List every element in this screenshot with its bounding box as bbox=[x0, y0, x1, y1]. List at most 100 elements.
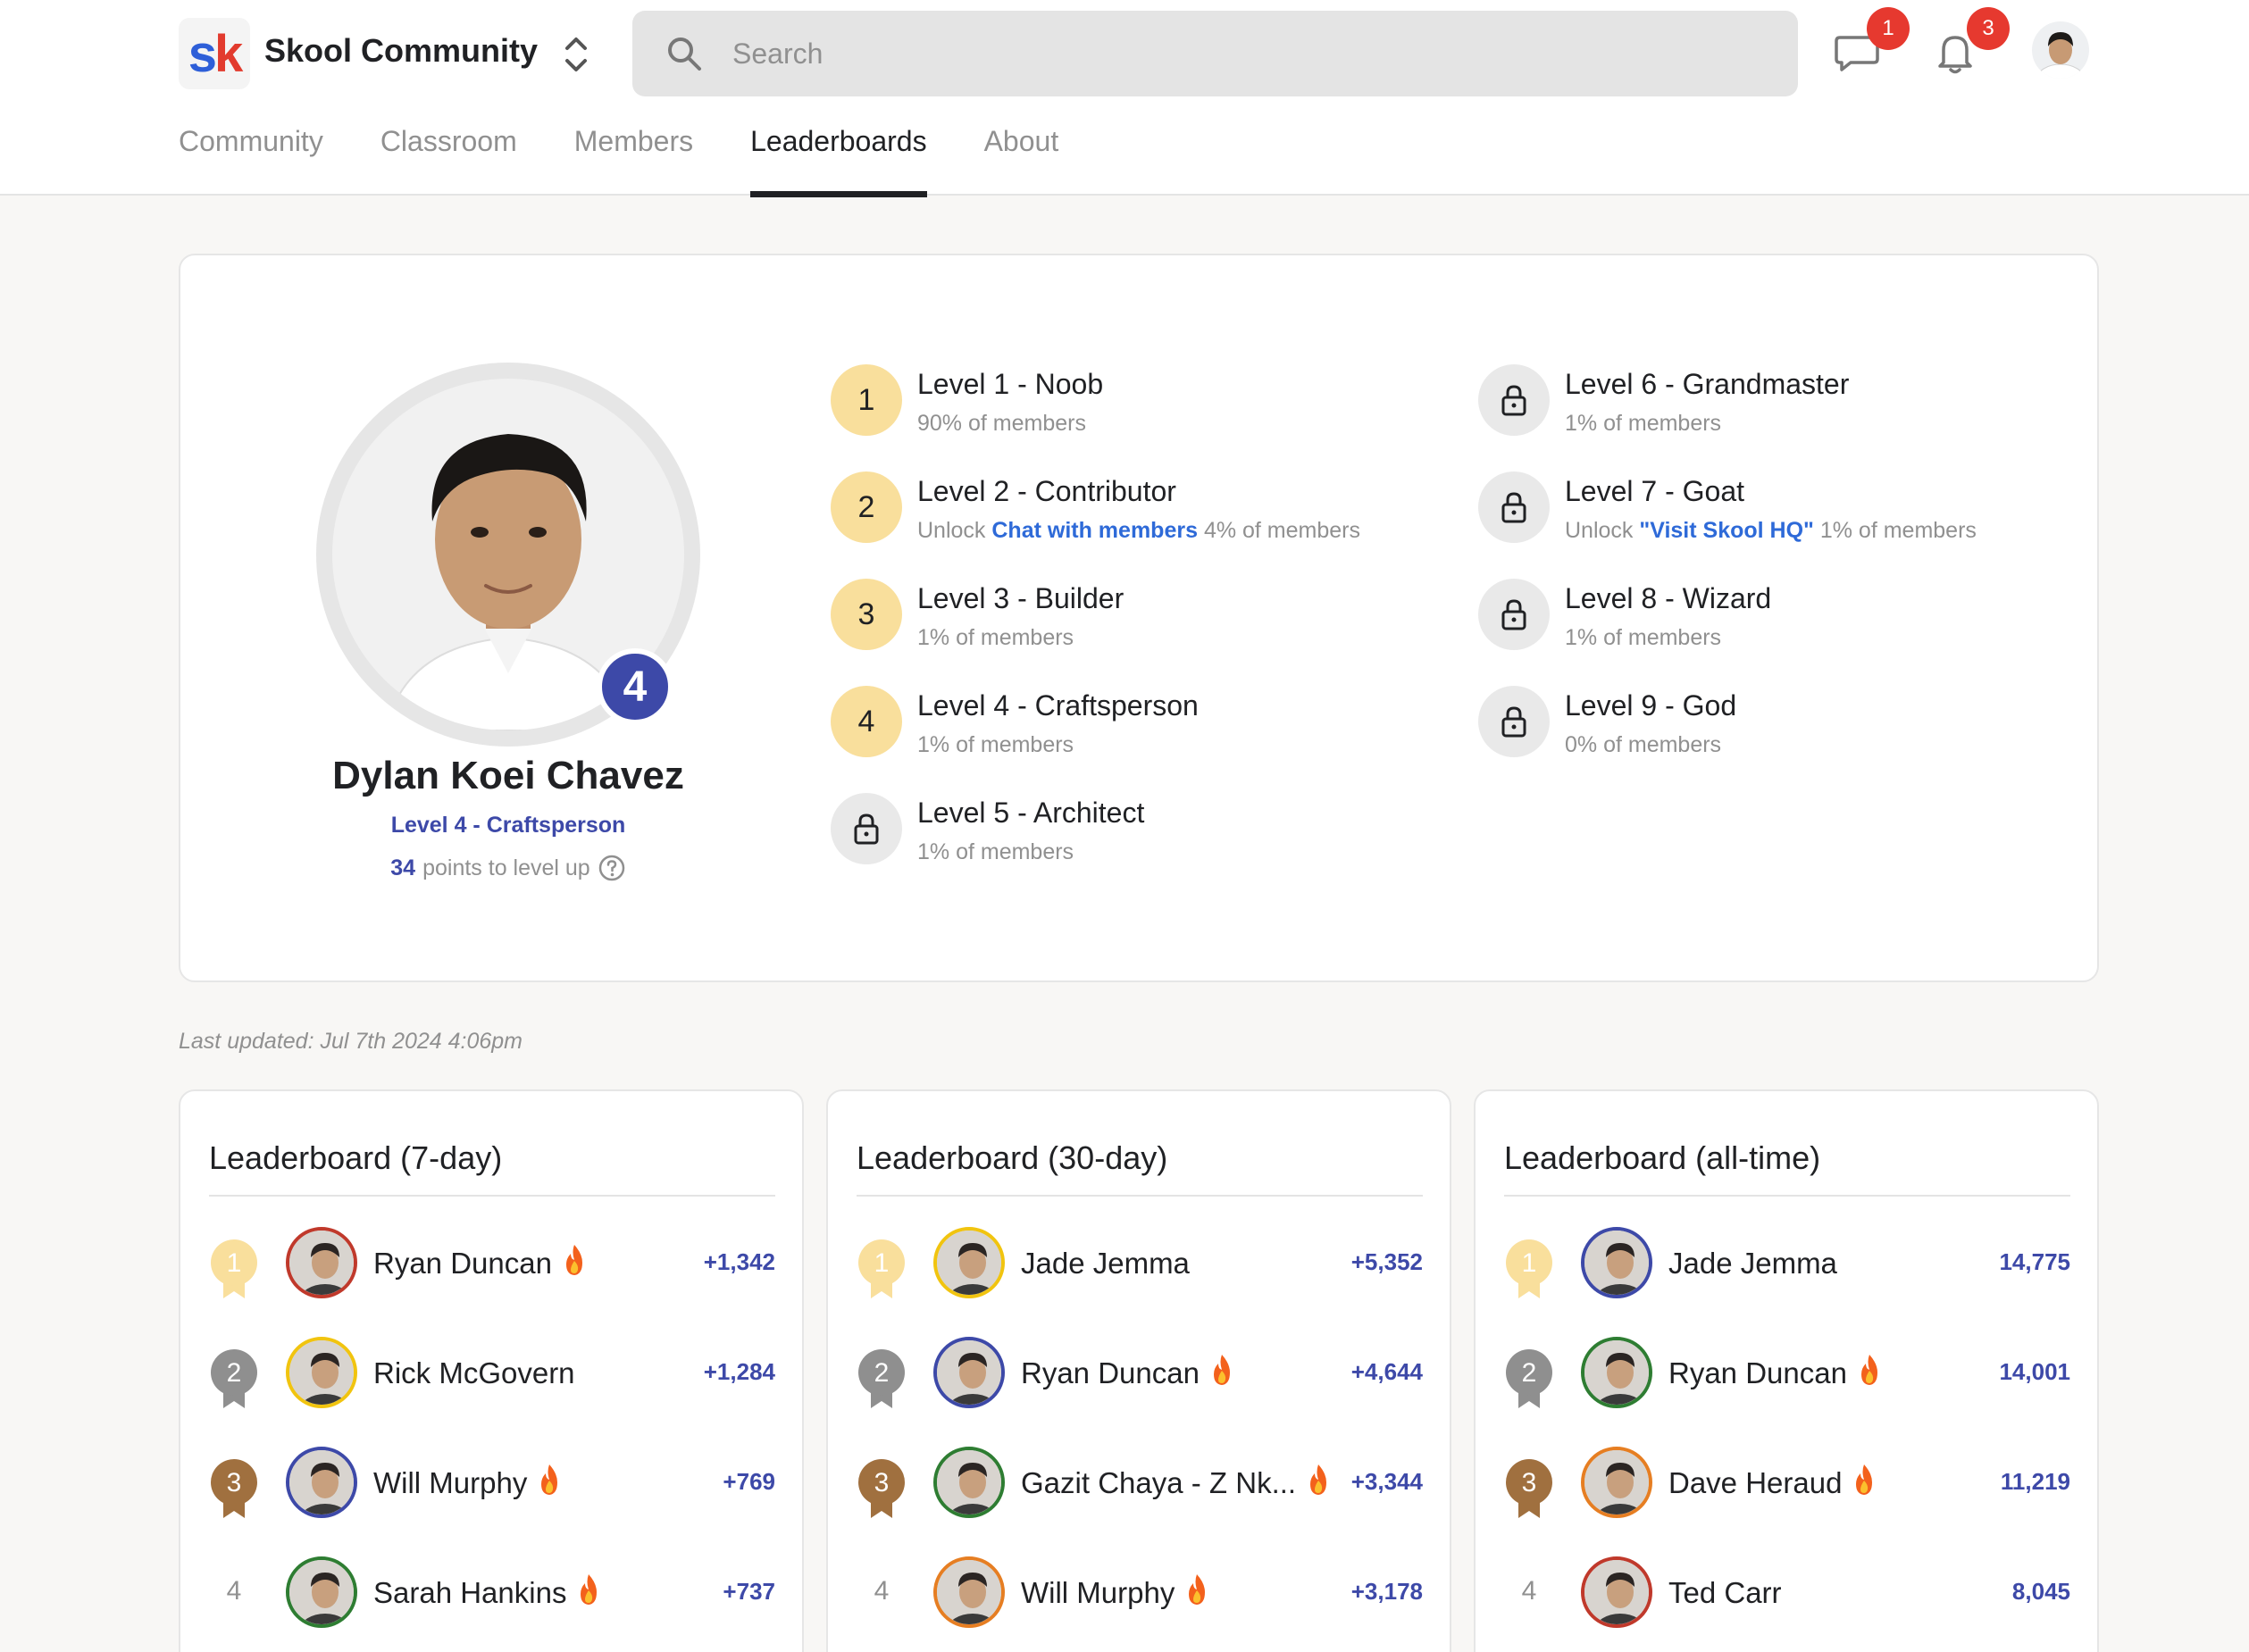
rank-medal-icon: 1 bbox=[858, 1239, 905, 1298]
member-name[interactable]: Ted Carr bbox=[1668, 1576, 1782, 1610]
level-title: Level 4 - Craftsperson bbox=[917, 689, 1199, 722]
member-name[interactable]: Rick McGovern bbox=[373, 1356, 575, 1390]
search-bar[interactable] bbox=[632, 11, 1798, 96]
member-avatar[interactable] bbox=[1581, 1227, 1652, 1298]
leaderboard-divider bbox=[209, 1195, 775, 1197]
level-title: Level 8 - Wizard bbox=[1565, 582, 1772, 614]
member-points: +769 bbox=[723, 1468, 775, 1495]
member-name[interactable]: Jade Jemma bbox=[1668, 1247, 1837, 1281]
rank-number: 4 bbox=[874, 1576, 890, 1606]
member-avatar[interactable] bbox=[286, 1227, 357, 1298]
rank-number: 3 bbox=[1522, 1468, 1537, 1498]
leaderboard-row[interactable]: 2 Ryan Duncan 14,001 bbox=[1504, 1337, 2070, 1417]
member-points: 14,775 bbox=[1999, 1248, 2070, 1275]
member-points: +4,644 bbox=[1350, 1358, 1423, 1385]
user-avatar-image bbox=[2032, 21, 2089, 79]
member-name[interactable]: Gazit Chaya - Z Nk... bbox=[1021, 1466, 1296, 1500]
leaderboard-row[interactable]: 3 Gazit Chaya - Z Nk... +3,344 bbox=[857, 1447, 1423, 1527]
leaderboard-row[interactable]: 1 Jade Jemma 14,775 bbox=[1504, 1227, 2070, 1307]
leaderboard-title: Leaderboard (all-time) bbox=[1504, 1139, 1821, 1176]
search-input[interactable] bbox=[732, 30, 1715, 77]
rank-number: 1 bbox=[874, 1248, 890, 1278]
member-name[interactable]: Ryan Duncan bbox=[1668, 1356, 1847, 1390]
lock-icon bbox=[1501, 599, 1526, 630]
level-badge: 4 bbox=[831, 686, 902, 757]
fire-icon bbox=[575, 1573, 602, 1606]
leaderboard-row[interactable]: 1 Jade Jemma +5,352 bbox=[857, 1227, 1423, 1307]
leaderboard-row[interactable]: 3 Dave Heraud 11,219 bbox=[1504, 1447, 2070, 1527]
tab-members[interactable]: Members bbox=[574, 125, 693, 196]
rank-number: 4 bbox=[1521, 1576, 1537, 1606]
level-title: Level 3 - Builder bbox=[917, 582, 1124, 614]
tab-about[interactable]: About bbox=[984, 125, 1059, 196]
level-title: Level 9 - God bbox=[1565, 689, 1737, 722]
tab-classroom[interactable]: Classroom bbox=[380, 125, 517, 196]
member-avatar[interactable] bbox=[933, 1447, 1005, 1518]
level-members: 1% of members bbox=[917, 732, 1074, 757]
member-avatar[interactable] bbox=[286, 1556, 357, 1628]
fire-icon bbox=[1856, 1353, 1883, 1387]
member-name[interactable]: Jade Jemma bbox=[1021, 1247, 1190, 1281]
rank-number: 2 bbox=[1522, 1358, 1537, 1388]
points-to-level-up: 34 points to level up bbox=[268, 854, 748, 882]
lock-icon bbox=[854, 813, 879, 845]
level-members: 1% of members bbox=[1565, 625, 1722, 650]
member-name[interactable]: Will Murphy bbox=[373, 1466, 527, 1500]
member-name[interactable]: Sarah Hankins bbox=[373, 1576, 566, 1610]
fire-icon bbox=[1208, 1353, 1235, 1387]
leaderboard-row[interactable]: 2 Rick McGovern +1,284 bbox=[209, 1337, 775, 1417]
user-avatar[interactable] bbox=[2032, 21, 2089, 79]
leaderboard-divider bbox=[1504, 1195, 2070, 1197]
member-avatar[interactable] bbox=[933, 1556, 1005, 1628]
member-name[interactable]: Dave Heraud bbox=[1668, 1466, 1842, 1500]
member-name[interactable]: Ryan Duncan bbox=[1021, 1356, 1200, 1390]
search-icon bbox=[668, 38, 701, 71]
tab-leaderboards[interactable]: Leaderboards bbox=[750, 125, 928, 197]
chat-badge: 1 bbox=[1867, 7, 1910, 50]
leaderboard-row[interactable]: 4 Ted Carr 8,045 bbox=[1504, 1556, 2070, 1637]
level-title: Level 1 - Noob bbox=[917, 368, 1104, 400]
leaderboard-row[interactable]: 2 Ryan Duncan +4,644 bbox=[857, 1337, 1423, 1417]
member-avatar[interactable] bbox=[1581, 1337, 1652, 1408]
rank-number: 2 bbox=[227, 1358, 242, 1388]
leaderboard-row[interactable]: 1 Ryan Duncan +1,342 bbox=[209, 1227, 775, 1307]
member-name[interactable]: Ryan Duncan bbox=[373, 1247, 552, 1281]
unlock-prefix: Unlock bbox=[917, 518, 992, 543]
switcher-chevrons-icon[interactable] bbox=[561, 32, 591, 77]
leaderboard-row[interactable]: 3 Will Murphy +769 bbox=[209, 1447, 775, 1527]
member-points: 14,001 bbox=[1999, 1358, 2070, 1385]
tab-community[interactable]: Community bbox=[179, 125, 323, 196]
help-icon[interactable] bbox=[598, 854, 626, 882]
points-label: points to level up bbox=[422, 855, 590, 880]
fire-icon bbox=[536, 1463, 563, 1497]
leaderboard-row[interactable]: 4 Sarah Hankins +737 bbox=[209, 1556, 775, 1637]
fire-icon bbox=[1183, 1573, 1210, 1606]
level-members: 0% of members bbox=[1565, 732, 1722, 757]
leaderboard-30-day: Leaderboard (30-day) 1 Jade Jemma +5,352 2 Ry… bbox=[826, 1089, 1451, 1652]
member-avatar[interactable] bbox=[286, 1447, 357, 1518]
leaderboard-row[interactable]: 4 Will Murphy +3,178 bbox=[857, 1556, 1423, 1637]
member-avatar[interactable] bbox=[286, 1337, 357, 1408]
member-points: +3,344 bbox=[1350, 1468, 1423, 1495]
level-lock bbox=[831, 793, 902, 864]
level-title: Level 6 - Grandmaster bbox=[1565, 368, 1850, 400]
profile-level-badge: 4 bbox=[597, 648, 673, 725]
member-avatar[interactable] bbox=[933, 1337, 1005, 1408]
unlock-link-chat[interactable]: Chat with members bbox=[991, 518, 1198, 543]
unlock-link-skool-hq[interactable]: "Visit Skool HQ" bbox=[1639, 518, 1814, 543]
profile-name[interactable]: Dylan Koei Chavez bbox=[268, 754, 748, 798]
lock-icon bbox=[1501, 706, 1526, 738]
member-avatar[interactable] bbox=[933, 1227, 1005, 1298]
member-avatar[interactable] bbox=[1581, 1447, 1652, 1518]
fire-icon bbox=[1305, 1463, 1332, 1497]
leaderboard-title: Leaderboard (30-day) bbox=[857, 1139, 1168, 1176]
level-title: Level 7 - Goat bbox=[1565, 475, 1744, 507]
skool-logo[interactable]: sk bbox=[179, 18, 250, 89]
member-name[interactable]: Will Murphy bbox=[1021, 1576, 1175, 1610]
community-name[interactable]: Skool Community bbox=[264, 32, 538, 70]
member-points: +1,284 bbox=[703, 1358, 775, 1385]
rank-number: 4 bbox=[226, 1576, 242, 1606]
member-points: +1,342 bbox=[703, 1248, 775, 1275]
points-value: 34 bbox=[390, 855, 416, 880]
member-avatar[interactable] bbox=[1581, 1556, 1652, 1628]
